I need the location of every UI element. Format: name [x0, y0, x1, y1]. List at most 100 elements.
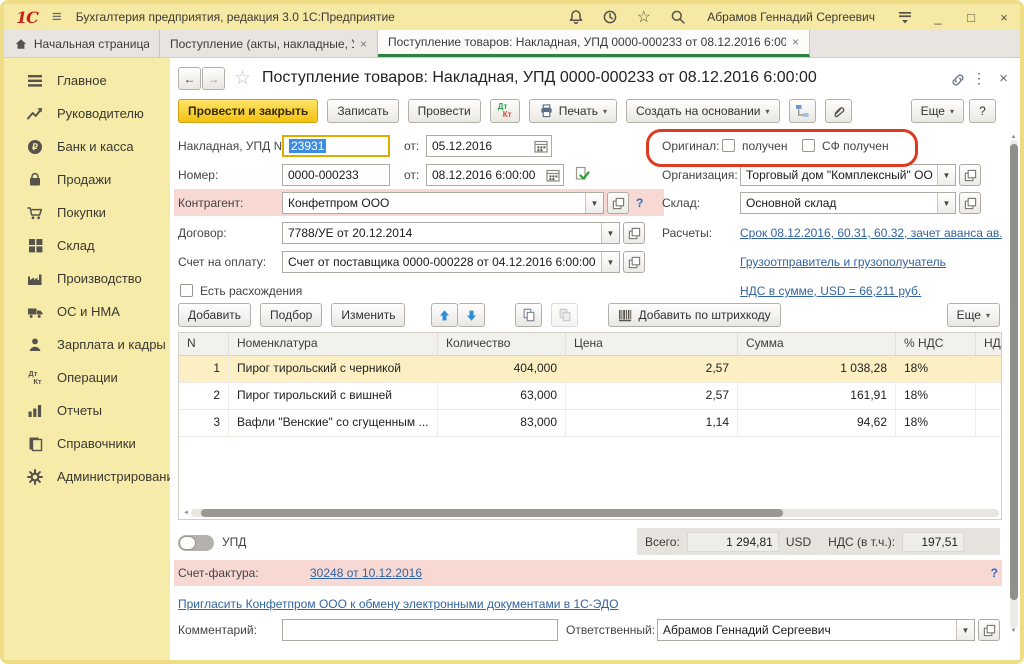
history-icon[interactable]	[601, 9, 618, 26]
form-close-icon[interactable]: ×	[999, 70, 1008, 87]
window-close-button[interactable]: ×	[996, 10, 1012, 25]
number-input[interactable]: 0000-000233	[282, 164, 390, 186]
responsible-input[interactable]: Абрамов Геннадий Сергеевич ▼	[657, 619, 975, 641]
attachments-button[interactable]	[825, 99, 852, 123]
scroll-left-icon[interactable]: ◄	[181, 510, 191, 516]
calendar-icon[interactable]	[546, 169, 560, 182]
counterparty-input[interactable]: Конфетпром ООО ▼	[282, 192, 604, 214]
table-horizontal-scrollbar[interactable]: ◄	[181, 508, 999, 517]
organization-open-button[interactable]	[959, 164, 981, 186]
post-and-close-button[interactable]: Провести и закрыть	[178, 99, 318, 123]
sf-received-checkbox[interactable]	[802, 139, 815, 152]
number-date-input[interactable]: 08.12.2016 6:00:00	[426, 164, 564, 186]
tab-receipts-list[interactable]: Поступление (акты, накладные, УПД) ×	[160, 30, 378, 57]
invoice-number-input[interactable]: 23931	[282, 135, 390, 157]
comment-input[interactable]	[282, 619, 558, 641]
table-row[interactable]: 2 Пирог тирольский с вишней 63,000 2,57 …	[179, 383, 1001, 410]
print-button[interactable]: Печать▾	[529, 99, 617, 123]
move-up-button[interactable]	[431, 303, 458, 327]
sidebar-item-main[interactable]: Главное	[4, 64, 170, 97]
post-button[interactable]: Провести	[408, 99, 481, 123]
sidebar-item-salary-hr[interactable]: Зарплата и кадры	[4, 328, 170, 361]
payment-invoice-input[interactable]: Счет от поставщика 0000-000228 от 04.12.…	[282, 251, 620, 273]
edo-invite-link[interactable]: Пригласить Конфетпром ООО к обмену элект…	[178, 592, 619, 616]
dt-kt-postings-button[interactable]: ДтКт	[490, 99, 520, 123]
counterparty-open-button[interactable]	[607, 192, 629, 214]
paste-row-button[interactable]	[551, 303, 578, 327]
shipper-consignee-link[interactable]: Грузоотправитель и грузополучатель	[740, 250, 946, 274]
h-scroll-thumb[interactable]	[201, 509, 783, 517]
sidebar-item-sales[interactable]: Продажи	[4, 163, 170, 196]
tab-close-icon[interactable]: ×	[360, 37, 367, 51]
sidebar-item-manager[interactable]: Руководителю	[4, 97, 170, 130]
organization-input[interactable]: Торговый дом "Комплексный" ООО ▼	[740, 164, 956, 186]
enter-invoice-facture-icon[interactable]	[574, 166, 590, 182]
dropdown-icon[interactable]: ▼	[601, 252, 619, 272]
dropdown-icon[interactable]: ▼	[937, 193, 955, 213]
sidebar-item-operations[interactable]: ДтКт Операции	[4, 361, 170, 394]
payment-invoice-open-button[interactable]	[623, 251, 645, 273]
sidebar-item-purchases[interactable]: Покупки	[4, 196, 170, 229]
favorites-star-icon[interactable]: ☆	[635, 9, 652, 26]
responsible-open-button[interactable]	[978, 619, 1000, 641]
invoice-facture-help[interactable]: ?	[991, 561, 998, 585]
invoice-facture-link[interactable]: 30248 от 10.12.2016	[310, 561, 422, 585]
settlements-link[interactable]: Срок 08.12.2016, 60.31, 60.32, зачет ава…	[740, 221, 1002, 245]
discrepancies-checkbox[interactable]	[180, 284, 193, 297]
tab-goods-receipt-document[interactable]: Поступление товаров: Накладная, УПД 0000…	[378, 30, 810, 57]
warehouse-open-button[interactable]	[959, 192, 981, 214]
scroll-down-icon[interactable]: ▼	[1009, 628, 1019, 634]
main-menu-icon[interactable]: ≡	[52, 7, 62, 27]
calendar-icon[interactable]	[534, 140, 548, 153]
help-button[interactable]: ?	[969, 99, 996, 123]
edit-button[interactable]: Изменить	[331, 303, 405, 327]
sidebar-item-references[interactable]: Справочники	[4, 427, 170, 460]
table-more-button[interactable]: Еще▾	[947, 303, 1000, 327]
add-row-button[interactable]: Добавить	[178, 303, 251, 327]
tab-close-icon[interactable]: ×	[792, 35, 799, 49]
counterparty-help[interactable]: ?	[636, 191, 643, 215]
contract-open-button[interactable]	[623, 222, 645, 244]
get-link-icon[interactable]	[950, 72, 966, 88]
pick-button[interactable]: Подбор	[260, 303, 322, 327]
table-row[interactable]: 3 Вафли "Венские" со сгущенным ... 83,00…	[179, 410, 1001, 437]
sidebar-item-fixed-assets[interactable]: ОС и НМА	[4, 295, 170, 328]
tab-home[interactable]: Начальная страница	[4, 30, 160, 57]
minimize-button[interactable]: _	[930, 10, 946, 25]
copy-row-button[interactable]	[515, 303, 542, 327]
factory-icon	[26, 270, 44, 287]
dropdown-icon[interactable]: ▼	[585, 193, 603, 213]
dropdown-icon[interactable]: ▼	[937, 165, 955, 185]
sidebar-item-administration[interactable]: Администрирование	[4, 460, 170, 493]
notifications-bell-icon[interactable]	[567, 9, 584, 26]
upd-toggle[interactable]	[178, 535, 214, 551]
dropdown-icon[interactable]: ▼	[601, 223, 619, 243]
favorite-star-icon[interactable]: ☆	[234, 67, 251, 90]
sidebar-item-bank-cash[interactable]: ₽ Банк и касса	[4, 130, 170, 163]
sidebar-item-warehouse[interactable]: Склад	[4, 229, 170, 262]
search-icon[interactable]	[669, 9, 686, 26]
maximize-button[interactable]: □	[963, 10, 979, 25]
original-received-checkbox[interactable]	[722, 139, 735, 152]
service-menu-icon[interactable]	[896, 9, 913, 26]
form-vertical-scrollbar[interactable]: ▲ ▼	[1009, 134, 1018, 634]
more-vertical-icon[interactable]: ⋮	[972, 70, 986, 87]
document-structure-button[interactable]	[789, 99, 816, 123]
contract-input[interactable]: 7788/УЕ от 20.12.2014 ▼	[282, 222, 620, 244]
forward-button[interactable]: →	[202, 67, 225, 90]
form-more-button[interactable]: Еще▾	[911, 99, 964, 123]
create-based-on-button[interactable]: Создать на основании▾	[626, 99, 780, 123]
dropdown-icon[interactable]: ▼	[956, 620, 974, 640]
v-scroll-thumb[interactable]	[1010, 144, 1018, 600]
save-button[interactable]: Записать	[327, 99, 398, 123]
back-button[interactable]: ←	[178, 67, 201, 90]
current-user[interactable]: Абрамов Геннадий Сергеевич	[707, 10, 875, 24]
table-row[interactable]: 1 Пирог тирольский с черникой 404,000 2,…	[179, 356, 1001, 383]
invoice-date-input[interactable]: 05.12.2016	[426, 135, 552, 157]
move-down-button[interactable]	[458, 303, 485, 327]
vat-in-total-link[interactable]: НДС в сумме, USD = 66,211 руб.	[740, 279, 921, 303]
add-by-barcode-button[interactable]: Добавить по штрихкоду	[608, 303, 780, 327]
sidebar-item-production[interactable]: Производство	[4, 262, 170, 295]
warehouse-input[interactable]: Основной склад ▼	[740, 192, 956, 214]
sidebar-item-reports[interactable]: Отчеты	[4, 394, 170, 427]
